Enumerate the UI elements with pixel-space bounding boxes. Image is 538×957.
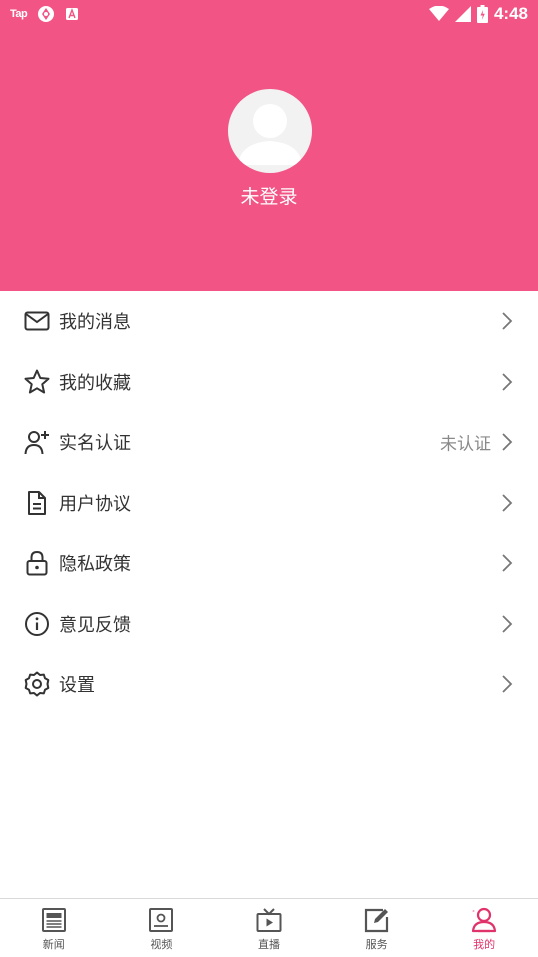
signal-icon <box>454 6 471 22</box>
menu-item-label: 隐私政策 <box>59 554 131 576</box>
menu-item-favorites[interactable]: 我的收藏 <box>0 352 538 413</box>
lock-icon <box>26 551 48 576</box>
tab-video[interactable]: 视频 <box>108 899 216 957</box>
avatar[interactable] <box>228 89 312 173</box>
chevron-right-icon <box>502 675 513 693</box>
user-add-icon <box>24 431 49 455</box>
bottom-tab-bar: 新闻 视频 直播 服务 我的 <box>0 898 538 957</box>
tab-label: 直播 <box>257 938 280 951</box>
battery-icon <box>476 5 488 23</box>
status-left: Tap <box>10 5 79 23</box>
news-icon <box>41 908 66 932</box>
menu-item-label: 我的收藏 <box>59 372 131 394</box>
profile-header: Tap 4:48 未登录 <box>0 0 538 291</box>
a-notification-icon <box>66 8 79 20</box>
menu-item-user-agreement[interactable]: 用户协议 <box>0 473 538 534</box>
tab-label: 新闻 <box>42 938 65 951</box>
menu-item-label: 意见反馈 <box>59 614 131 636</box>
tab-label: 我的 <box>473 938 496 951</box>
menu-item-verification[interactable]: 实名认证 未认证 <box>0 412 538 473</box>
info-icon <box>25 611 49 636</box>
tv-icon <box>256 908 282 932</box>
document-icon <box>28 490 46 515</box>
chevron-right-icon <box>502 433 513 451</box>
edit-icon <box>364 908 388 933</box>
tab-news[interactable]: 新闻 <box>0 899 108 957</box>
star-icon <box>24 369 50 394</box>
chevron-right-icon <box>502 494 513 512</box>
tab-mine[interactable]: 我的 <box>430 899 538 957</box>
wifi-icon <box>428 6 449 21</box>
menu-item-feedback[interactable]: 意见反馈 <box>0 594 538 655</box>
menu-item-label: 设置 <box>59 675 95 697</box>
tap-app-label: Tap <box>10 8 28 20</box>
tab-label: 服务 <box>365 938 388 951</box>
chevron-right-icon <box>502 615 513 633</box>
menu-item-messages[interactable]: 我的消息 <box>0 291 538 352</box>
profile-icon <box>472 907 497 933</box>
menu-item-label: 用户协议 <box>59 493 131 515</box>
login-status-text[interactable]: 未登录 <box>0 182 538 209</box>
app-notification-icon <box>38 6 55 22</box>
menu-item-privacy-policy[interactable]: 隐私政策 <box>0 533 538 594</box>
status-time: 4:48 <box>493 4 528 23</box>
default-avatar-icon <box>238 104 302 165</box>
gear-icon <box>24 671 50 697</box>
tab-live[interactable]: 直播 <box>215 899 323 957</box>
verification-status: 未认证 <box>440 434 491 455</box>
chevron-right-icon <box>502 373 513 391</box>
video-icon <box>149 908 174 932</box>
menu-item-settings[interactable]: 设置 <box>0 654 538 715</box>
tab-label: 视频 <box>150 938 173 951</box>
status-right: 4:48 <box>428 3 528 25</box>
settings-menu: 我的消息 我的收藏 实名认证 未认证 用户协议 隐私政策 意见反馈 设置 <box>0 291 538 715</box>
menu-item-label: 实名认证 <box>59 433 131 455</box>
menu-item-label: 我的消息 <box>59 312 131 334</box>
chevron-right-icon <box>502 312 513 330</box>
status-bar: Tap 4:48 <box>0 0 538 28</box>
mail-icon <box>24 311 50 331</box>
tab-service[interactable]: 服务 <box>323 899 431 957</box>
chevron-right-icon <box>502 554 513 572</box>
